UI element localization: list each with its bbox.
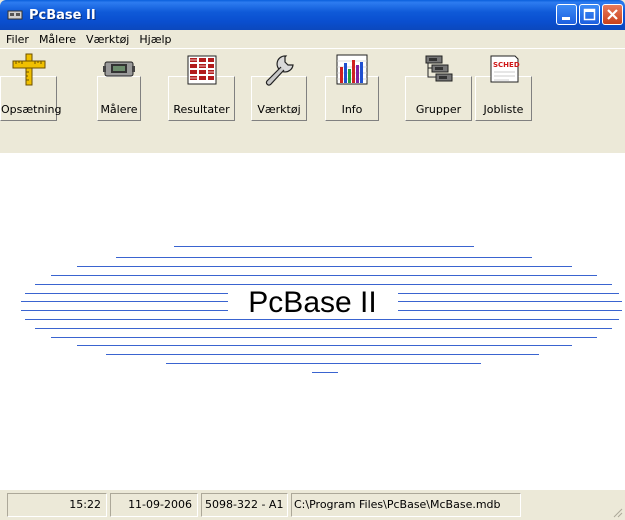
splash-line bbox=[51, 337, 597, 338]
window-title: PcBase II bbox=[29, 7, 96, 23]
menu-vaerktoj[interactable]: Værktøj bbox=[81, 33, 134, 46]
maximize-button[interactable] bbox=[579, 4, 600, 25]
resize-grip-icon[interactable] bbox=[611, 506, 623, 518]
toolbar-label: Opsætning bbox=[1, 103, 62, 116]
toolbar-button-info[interactable]: Info bbox=[325, 54, 379, 121]
close-button[interactable] bbox=[602, 4, 623, 25]
status-date: 11-09-2006 bbox=[110, 493, 198, 517]
results-grid-icon bbox=[185, 53, 219, 88]
splash-line bbox=[35, 284, 612, 285]
main-content: PcBase II bbox=[0, 153, 625, 490]
splash-line bbox=[166, 363, 481, 364]
toolbar-label: Værktøj bbox=[257, 103, 301, 116]
splash-line bbox=[116, 257, 532, 258]
bar-chart-icon bbox=[335, 53, 369, 88]
ruler-icon bbox=[12, 52, 46, 89]
menu-malere[interactable]: Målere bbox=[34, 33, 81, 46]
splash-title: PcBase II bbox=[248, 286, 377, 319]
meter-device-icon bbox=[102, 53, 136, 86]
title-bar[interactable]: PcBase II bbox=[0, 0, 625, 30]
status-version: 5098-322 - A1 bbox=[201, 493, 288, 517]
menu-hjaelp[interactable]: Hjælp bbox=[134, 33, 176, 46]
schedule-icon-text: SCHED bbox=[493, 61, 520, 69]
splash-line bbox=[51, 275, 597, 276]
minimize-button[interactable] bbox=[556, 4, 577, 25]
splash-line bbox=[312, 372, 338, 373]
status-path: C:\Program Files\PcBase\McBase.mdb bbox=[291, 493, 521, 517]
menu-bar: Filer Målere Værktøj Hjælp bbox=[0, 30, 625, 48]
splash-line bbox=[174, 246, 474, 247]
toolbar-label: Grupper bbox=[415, 103, 462, 116]
toolbar-button-vaerktoj[interactable]: Værktøj bbox=[251, 55, 307, 121]
status-time: 15:22 bbox=[7, 493, 107, 517]
toolbar-button-opsaetning[interactable]: Opsætning bbox=[0, 53, 62, 121]
status-bar: 15:22 11-09-2006 5098-322 - A1 C:\Progra… bbox=[0, 490, 625, 520]
splash-line bbox=[77, 345, 572, 346]
toolbar-button-resultater[interactable]: Resultater bbox=[168, 55, 235, 121]
schedule-icon: SCHED bbox=[487, 53, 521, 88]
toolbar-label: Jobliste bbox=[483, 103, 524, 116]
toolbar: Opsætning Målere Resultater Værktøj Info… bbox=[0, 48, 625, 154]
toolbar-label: Målere bbox=[100, 103, 138, 116]
toolbar-button-grupper[interactable]: Grupper bbox=[405, 55, 472, 121]
menu-filer[interactable]: Filer bbox=[0, 33, 34, 46]
toolbar-label: Info bbox=[341, 103, 363, 116]
splash-line bbox=[106, 354, 539, 355]
splash-line bbox=[77, 266, 572, 267]
toolbar-label: Resultater bbox=[173, 103, 230, 116]
splash-line bbox=[35, 328, 612, 329]
groups-icon bbox=[422, 53, 456, 88]
app-icon[interactable] bbox=[7, 9, 23, 21]
toolbar-button-jobliste[interactable]: SCHED Jobliste bbox=[475, 55, 532, 121]
wrench-icon bbox=[262, 53, 296, 90]
toolbar-button-malere[interactable]: Målere bbox=[97, 61, 141, 121]
